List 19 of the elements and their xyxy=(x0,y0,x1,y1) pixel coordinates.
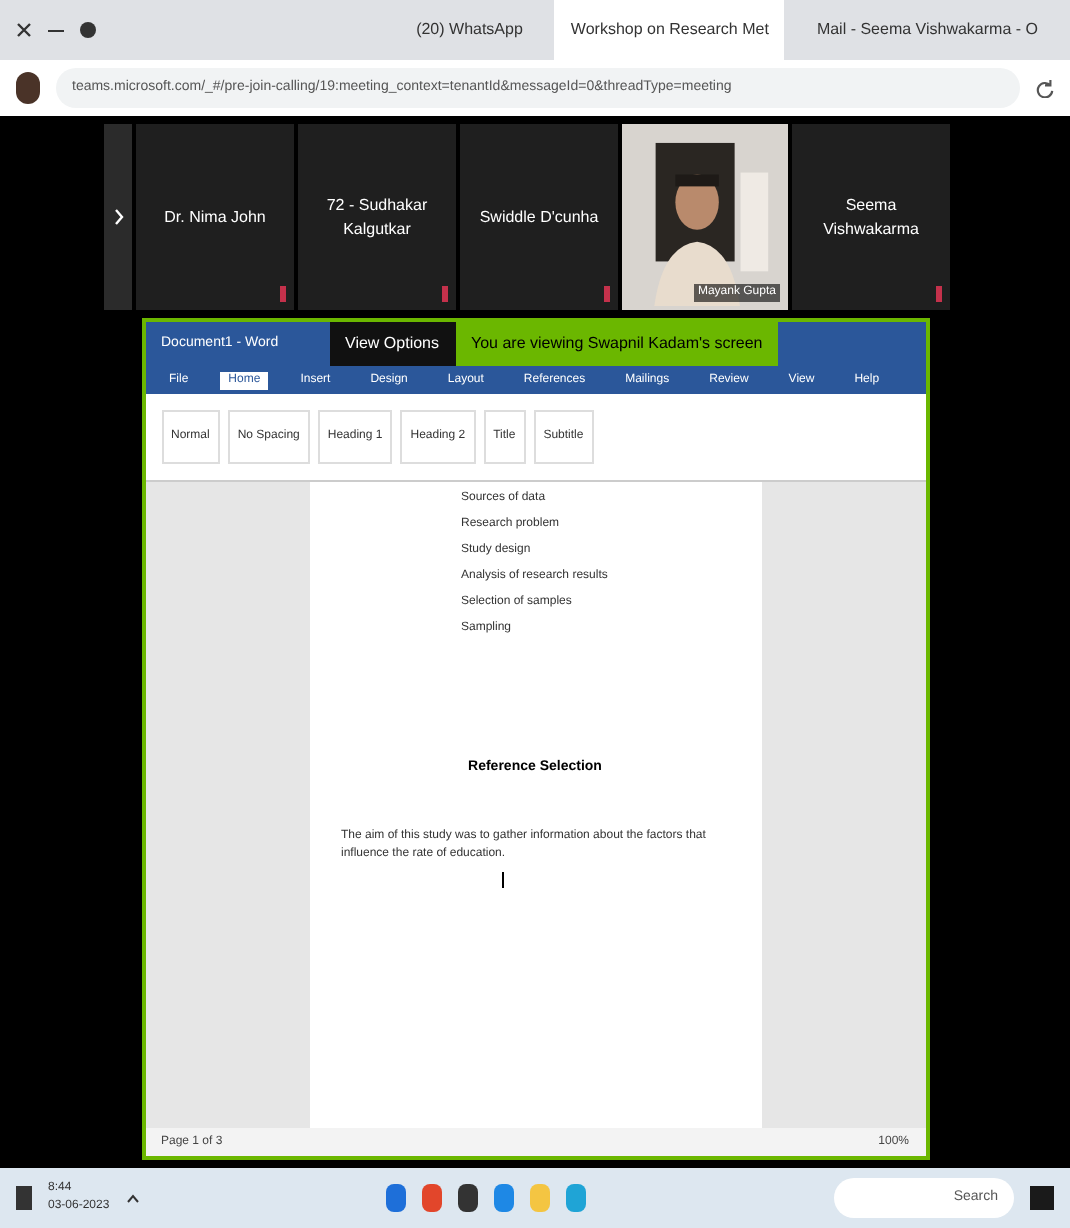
share-banner: You are viewing Swapnil Kadam's screen xyxy=(455,322,779,366)
browser-tab[interactable]: Workshop on Research Met xyxy=(554,0,785,60)
chevron-up-icon[interactable] xyxy=(125,1193,140,1203)
windows-icon[interactable] xyxy=(1030,1186,1055,1210)
participant-name: 72 - Sudhakar Kalgutkar xyxy=(324,193,430,241)
browser-tab[interactable]: (20) WhatsApp xyxy=(400,0,539,60)
minimize-icon[interactable] xyxy=(48,29,64,31)
text-cursor xyxy=(501,871,503,887)
participant-name: Swiddle D'cunha xyxy=(477,205,601,229)
app-icon[interactable] xyxy=(458,1184,479,1212)
participant-name: Seema Vishwakarma xyxy=(821,193,921,241)
close-icon[interactable] xyxy=(16,22,32,38)
chevron-right-icon xyxy=(113,208,123,226)
avatar-icon[interactable] xyxy=(16,72,40,104)
participant-name: Dr. Nima John xyxy=(162,205,268,229)
view-options-button[interactable]: View Options xyxy=(329,322,455,366)
profile-icon[interactable] xyxy=(80,22,96,38)
browser-tab[interactable]: Mail - Seema Vishwakarma - O xyxy=(800,0,1054,60)
reload-icon[interactable] xyxy=(1036,79,1054,97)
